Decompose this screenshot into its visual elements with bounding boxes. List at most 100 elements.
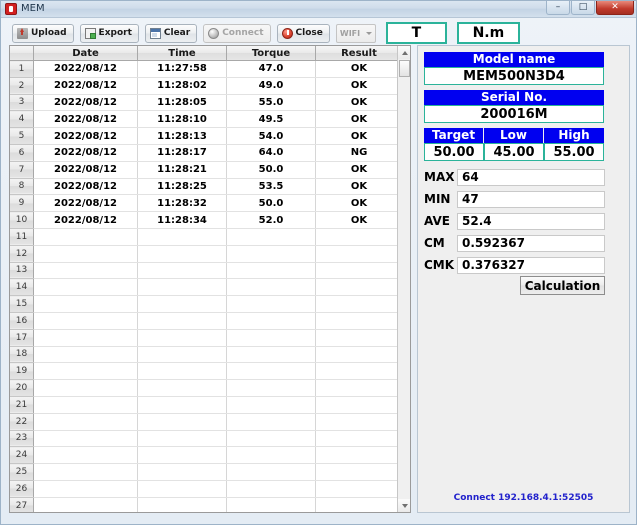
table-row[interactable]: 5 2022/08/12 11:28:13 54.0 OK (10, 127, 403, 145)
column-header-date[interactable]: Date (33, 46, 138, 61)
cell-time[interactable]: 11:28:02 (137, 77, 227, 95)
cell-time[interactable]: 11:28:32 (137, 194, 227, 213)
table-scrollbar[interactable] (397, 46, 410, 512)
cell-result[interactable]: OK (315, 94, 403, 112)
cell-result[interactable]: NG (315, 144, 403, 162)
row-number[interactable]: 20 (10, 379, 34, 397)
cell-result[interactable] (315, 262, 403, 280)
cell-time[interactable] (137, 228, 227, 246)
table-row[interactable]: 26 (10, 480, 403, 498)
cell-torque[interactable] (226, 278, 316, 297)
close-connection-button[interactable]: Close (276, 23, 330, 43)
row-number[interactable]: 13 (10, 262, 34, 280)
table-row[interactable]: 18 (10, 346, 403, 364)
table-row[interactable]: 13 (10, 262, 403, 280)
row-number[interactable]: 25 (10, 463, 34, 481)
cell-torque[interactable]: 64.0 (226, 144, 316, 162)
cell-time[interactable] (137, 295, 227, 313)
close-window-button[interactable]: ✕ (596, 1, 634, 15)
table-row[interactable]: 1 2022/08/12 11:27:58 47.0 OK (10, 60, 403, 78)
table-row[interactable]: 8 2022/08/12 11:28:25 53.5 OK (10, 178, 403, 196)
cell-time[interactable] (137, 362, 227, 381)
cell-torque[interactable] (226, 396, 316, 414)
table-row[interactable]: 21 (10, 396, 403, 414)
cell-torque[interactable] (226, 413, 316, 431)
cell-time[interactable]: 11:28:34 (137, 211, 227, 229)
cell-date[interactable]: 2022/08/12 (33, 144, 138, 162)
row-number[interactable]: 24 (10, 446, 34, 465)
cell-torque[interactable]: 47.0 (226, 60, 316, 78)
cell-torque[interactable] (226, 262, 316, 280)
table-row[interactable]: 12 (10, 245, 403, 263)
cell-date[interactable] (33, 463, 138, 481)
cell-result[interactable] (315, 480, 403, 498)
row-number[interactable]: 21 (10, 396, 34, 414)
row-number[interactable]: 17 (10, 329, 34, 347)
table-row[interactable]: 10 2022/08/12 11:28:34 52.0 OK (10, 211, 403, 229)
cell-date[interactable] (33, 278, 138, 297)
row-number[interactable]: 12 (10, 245, 34, 263)
export-button[interactable]: Export (79, 23, 139, 43)
cell-time[interactable] (137, 312, 227, 330)
table-row[interactable]: 19 (10, 362, 403, 381)
cm-value[interactable]: 0.592367 (457, 234, 605, 252)
cell-time[interactable] (137, 430, 227, 448)
row-number[interactable]: 4 (10, 110, 34, 129)
cell-result[interactable]: OK (315, 60, 403, 78)
row-number[interactable]: 5 (10, 127, 34, 145)
cell-date[interactable] (33, 245, 138, 263)
cell-date[interactable] (33, 329, 138, 347)
table-row[interactable]: 24 (10, 446, 403, 465)
cell-result[interactable] (315, 463, 403, 481)
row-number[interactable]: 26 (10, 480, 34, 498)
cell-date[interactable] (33, 497, 138, 512)
cell-date[interactable]: 2022/08/12 (33, 127, 138, 145)
cell-time[interactable] (137, 379, 227, 397)
cell-torque[interactable] (226, 295, 316, 313)
maximize-button[interactable]: □ (571, 1, 595, 15)
cell-date[interactable]: 2022/08/12 (33, 77, 138, 95)
cell-time[interactable]: 11:28:21 (137, 161, 227, 179)
column-header-rownum[interactable] (10, 46, 34, 61)
table-row[interactable]: 6 2022/08/12 11:28:17 64.0 NG (10, 144, 403, 162)
unit-torque-button[interactable]: T (385, 22, 447, 44)
cell-result[interactable]: OK (315, 110, 403, 129)
row-number[interactable]: 6 (10, 144, 34, 162)
cell-time[interactable] (137, 329, 227, 347)
scroll-down-icon[interactable] (398, 499, 410, 512)
table-row[interactable]: 25 (10, 463, 403, 481)
table-row[interactable]: 9 2022/08/12 11:28:32 50.0 OK (10, 194, 403, 213)
table-row[interactable]: 7 2022/08/12 11:28:21 50.0 OK (10, 161, 403, 179)
unit-nm-button[interactable]: N.m (456, 22, 520, 44)
high-value[interactable]: 55.00 (544, 143, 604, 161)
cell-date[interactable] (33, 228, 138, 246)
cell-date[interactable]: 2022/08/12 (33, 194, 138, 213)
cell-time[interactable] (137, 262, 227, 280)
cell-time[interactable] (137, 446, 227, 465)
row-number[interactable]: 9 (10, 194, 34, 213)
cell-torque[interactable] (226, 463, 316, 481)
table-row[interactable]: 15 (10, 295, 403, 313)
target-value[interactable]: 50.00 (424, 143, 484, 161)
cell-time[interactable] (137, 278, 227, 297)
cell-result[interactable]: OK (315, 161, 403, 179)
cell-result[interactable]: OK (315, 178, 403, 196)
cell-result[interactable]: OK (315, 127, 403, 145)
model-name-value[interactable]: MEM500N3D4 (424, 67, 604, 85)
row-number[interactable]: 10 (10, 211, 34, 229)
upload-button[interactable]: Upload (12, 23, 74, 43)
cell-torque[interactable]: 49.0 (226, 77, 316, 95)
cell-date[interactable] (33, 362, 138, 381)
column-header-torque[interactable]: Torque (226, 46, 316, 61)
column-header-result[interactable]: Result (315, 46, 403, 61)
cmk-value[interactable]: 0.376327 (457, 256, 605, 274)
cell-torque[interactable] (226, 430, 316, 448)
cell-result[interactable] (315, 396, 403, 414)
table-row[interactable]: 14 (10, 278, 403, 297)
cell-date[interactable]: 2022/08/12 (33, 211, 138, 229)
cell-time[interactable] (137, 497, 227, 512)
cell-result[interactable] (315, 430, 403, 448)
row-number[interactable]: 11 (10, 228, 34, 246)
table-row[interactable]: 11 (10, 228, 403, 246)
cell-result[interactable]: OK (315, 77, 403, 95)
